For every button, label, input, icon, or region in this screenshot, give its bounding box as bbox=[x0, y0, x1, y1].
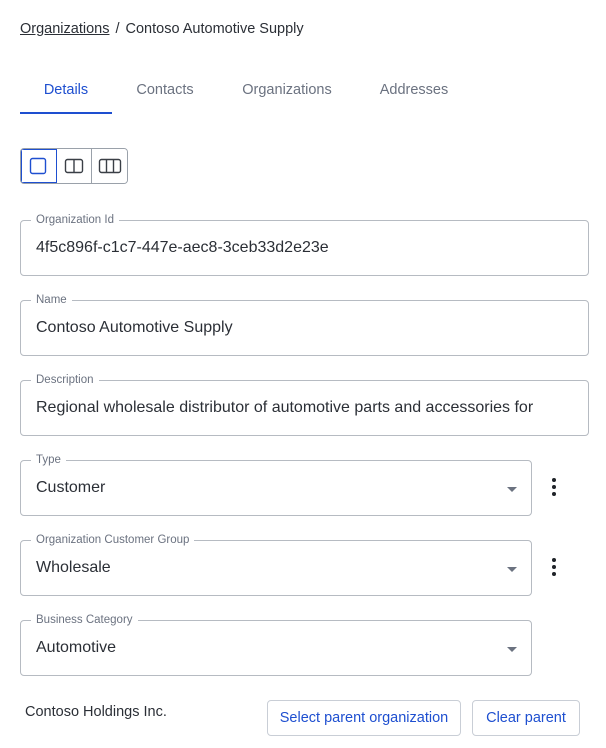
two-column-layout-button[interactable] bbox=[56, 149, 93, 183]
breadcrumb-separator: / bbox=[115, 21, 120, 37]
customer-group-label: Organization Customer Group bbox=[31, 533, 195, 547]
single-column-icon bbox=[30, 157, 47, 175]
name-field[interactable]: Name Contoso Automotive Supply bbox=[20, 293, 589, 356]
type-value: Customer bbox=[36, 479, 106, 496]
single-column-layout-button[interactable] bbox=[21, 149, 57, 183]
customer-group-more-options-icon[interactable] bbox=[546, 555, 562, 579]
business-category-label: Business Category bbox=[31, 613, 138, 627]
breadcrumb-current: Contoso Automotive Supply bbox=[125, 21, 304, 37]
business-category-value: Automotive bbox=[36, 639, 117, 656]
description-field[interactable]: Description Regional wholesale distribut… bbox=[20, 373, 589, 436]
organization-id-label: Organization Id bbox=[31, 213, 119, 227]
breadcrumb: Organizations / Contoso Automotive Supply bbox=[20, 21, 304, 37]
tab-addresses[interactable]: Addresses bbox=[366, 70, 462, 114]
type-more-options-icon[interactable] bbox=[546, 475, 562, 499]
tab-bar: Details Contacts Organizations Addresses bbox=[20, 70, 588, 115]
breadcrumb-organizations-link[interactable]: Organizations bbox=[20, 21, 109, 37]
customer-group-select[interactable]: Organization Customer Group Wholesale bbox=[20, 533, 532, 596]
tab-contacts[interactable]: Contacts bbox=[120, 70, 210, 114]
name-value: Contoso Automotive Supply bbox=[36, 319, 233, 336]
chevron-down-icon bbox=[507, 487, 517, 492]
name-label: Name bbox=[31, 293, 72, 307]
three-column-icon bbox=[98, 158, 121, 174]
two-column-icon bbox=[64, 158, 84, 174]
three-column-layout-button[interactable] bbox=[92, 149, 127, 183]
chevron-down-icon bbox=[507, 647, 517, 652]
select-parent-organization-button[interactable]: Select parent organization bbox=[267, 700, 461, 736]
organization-id-value: 4f5c896f-c1c7-447e-aec8-3ceb33d2e23e bbox=[36, 239, 329, 256]
organization-id-field[interactable]: Organization Id 4f5c896f-c1c7-447e-aec8-… bbox=[20, 213, 589, 276]
type-select[interactable]: Type Customer bbox=[20, 453, 532, 516]
business-category-select[interactable]: Business Category Automotive bbox=[20, 613, 532, 676]
chevron-down-icon bbox=[507, 567, 517, 572]
layout-toggle bbox=[20, 148, 128, 184]
description-label: Description bbox=[31, 373, 99, 387]
description-value: Regional wholesale distributor of automo… bbox=[36, 399, 534, 416]
type-label: Type bbox=[31, 453, 66, 467]
parent-organization-name: Contoso Holdings Inc. bbox=[25, 704, 167, 720]
clear-parent-button[interactable]: Clear parent bbox=[472, 700, 580, 736]
customer-group-value: Wholesale bbox=[36, 559, 111, 576]
tab-details[interactable]: Details bbox=[20, 70, 112, 114]
tab-organizations[interactable]: Organizations bbox=[230, 70, 344, 114]
